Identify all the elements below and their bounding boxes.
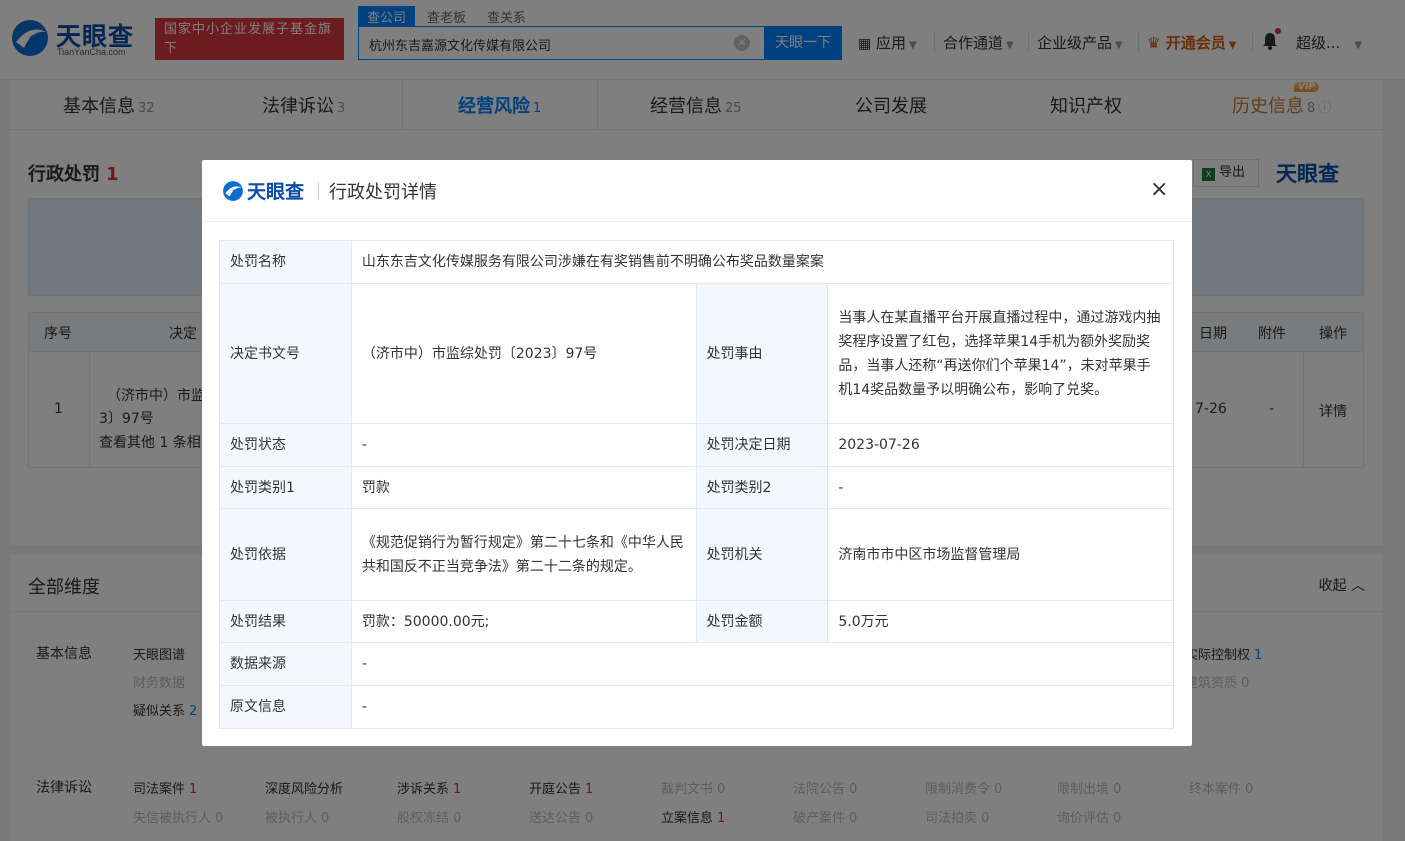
value-decision-no: （济市中）市监综处罚〔2023〕97号: [350, 283, 697, 424]
value-penalty-authority: 济南市市中区市场监督管理局: [827, 508, 1174, 601]
label-penalty-name: 处罚名称: [219, 240, 352, 284]
value-penalty-basis: 《规范促销行为暂行规定》第二十七条和《中华人民共和国反不正当竞争法》第二十二条的…: [350, 508, 697, 601]
label-penalty-result: 处罚结果: [219, 600, 352, 643]
label-type1: 处罚类别1: [219, 466, 352, 509]
label-penalty-basis: 处罚依据: [219, 508, 352, 601]
detail-row: 原文信息 -: [219, 685, 1175, 729]
value-type2: -: [827, 466, 1174, 509]
close-icon[interactable]: ×: [1150, 177, 1168, 202]
label-decision-date: 处罚决定日期: [695, 423, 829, 467]
label-data-source: 数据来源: [219, 642, 352, 686]
value-penalty-reason: 当事人在某直播平台开展直播过程中，通过游戏内抽奖程序设置了红包，选择苹果14手机…: [827, 283, 1174, 424]
detail-row: 处罚依据 《规范促销行为暂行规定》第二十七条和《中华人民共和国反不正当竞争法》第…: [219, 508, 1174, 601]
label-penalty-authority: 处罚机关: [695, 508, 829, 601]
label-penalty-amount: 处罚金额: [695, 600, 829, 643]
value-penalty-result: 罚款：50000.00元;: [350, 600, 697, 643]
value-original-info: -: [350, 685, 1175, 729]
divider: [318, 182, 319, 200]
value-penalty-name: 山东东吉文化传媒服务有限公司涉嫌在有奖销售前不明确公布奖品数量案案: [350, 240, 1175, 284]
detail-row: 处罚状态 - 处罚决定日期 2023-07-26: [219, 423, 1174, 467]
detail-row: 决定书文号 （济市中）市监综处罚〔2023〕97号 处罚事由 当事人在某直播平台…: [219, 283, 1174, 424]
detail-row: 处罚类别1 罚款 处罚类别2 -: [219, 466, 1174, 509]
value-type1: 罚款: [350, 466, 697, 509]
detail-row: 处罚结果 罚款：50000.00元; 处罚金额 5.0万元: [219, 600, 1174, 643]
label-type2: 处罚类别2: [695, 466, 829, 509]
value-penalty-status: -: [350, 423, 697, 467]
modal-title: 行政处罚详情: [329, 182, 437, 203]
penalty-detail-modal: 天眼查 行政处罚详情 × 处罚名称 山东东吉文化传媒服务有限公司涉嫌在有奖销售前…: [202, 160, 1192, 746]
logo-eye-icon: [223, 181, 243, 201]
modal-header: 天眼查 行政处罚详情 ×: [202, 160, 1192, 222]
detail-table: 处罚名称 山东东吉文化传媒服务有限公司涉嫌在有奖销售前不明确公布奖品数量案案 决…: [219, 240, 1175, 729]
label-decision-no: 决定书文号: [219, 283, 352, 424]
label-penalty-status: 处罚状态: [219, 423, 352, 467]
modal-brand: 天眼查: [247, 181, 305, 203]
value-data-source: -: [350, 642, 1175, 686]
detail-row: 处罚名称 山东东吉文化传媒服务有限公司涉嫌在有奖销售前不明确公布奖品数量案案: [219, 240, 1175, 284]
value-decision-date: 2023-07-26: [827, 423, 1174, 467]
label-penalty-reason: 处罚事由: [695, 283, 829, 424]
detail-row: 数据来源 -: [219, 642, 1175, 686]
label-original-info: 原文信息: [219, 685, 352, 729]
value-penalty-amount: 5.0万元: [827, 600, 1174, 643]
